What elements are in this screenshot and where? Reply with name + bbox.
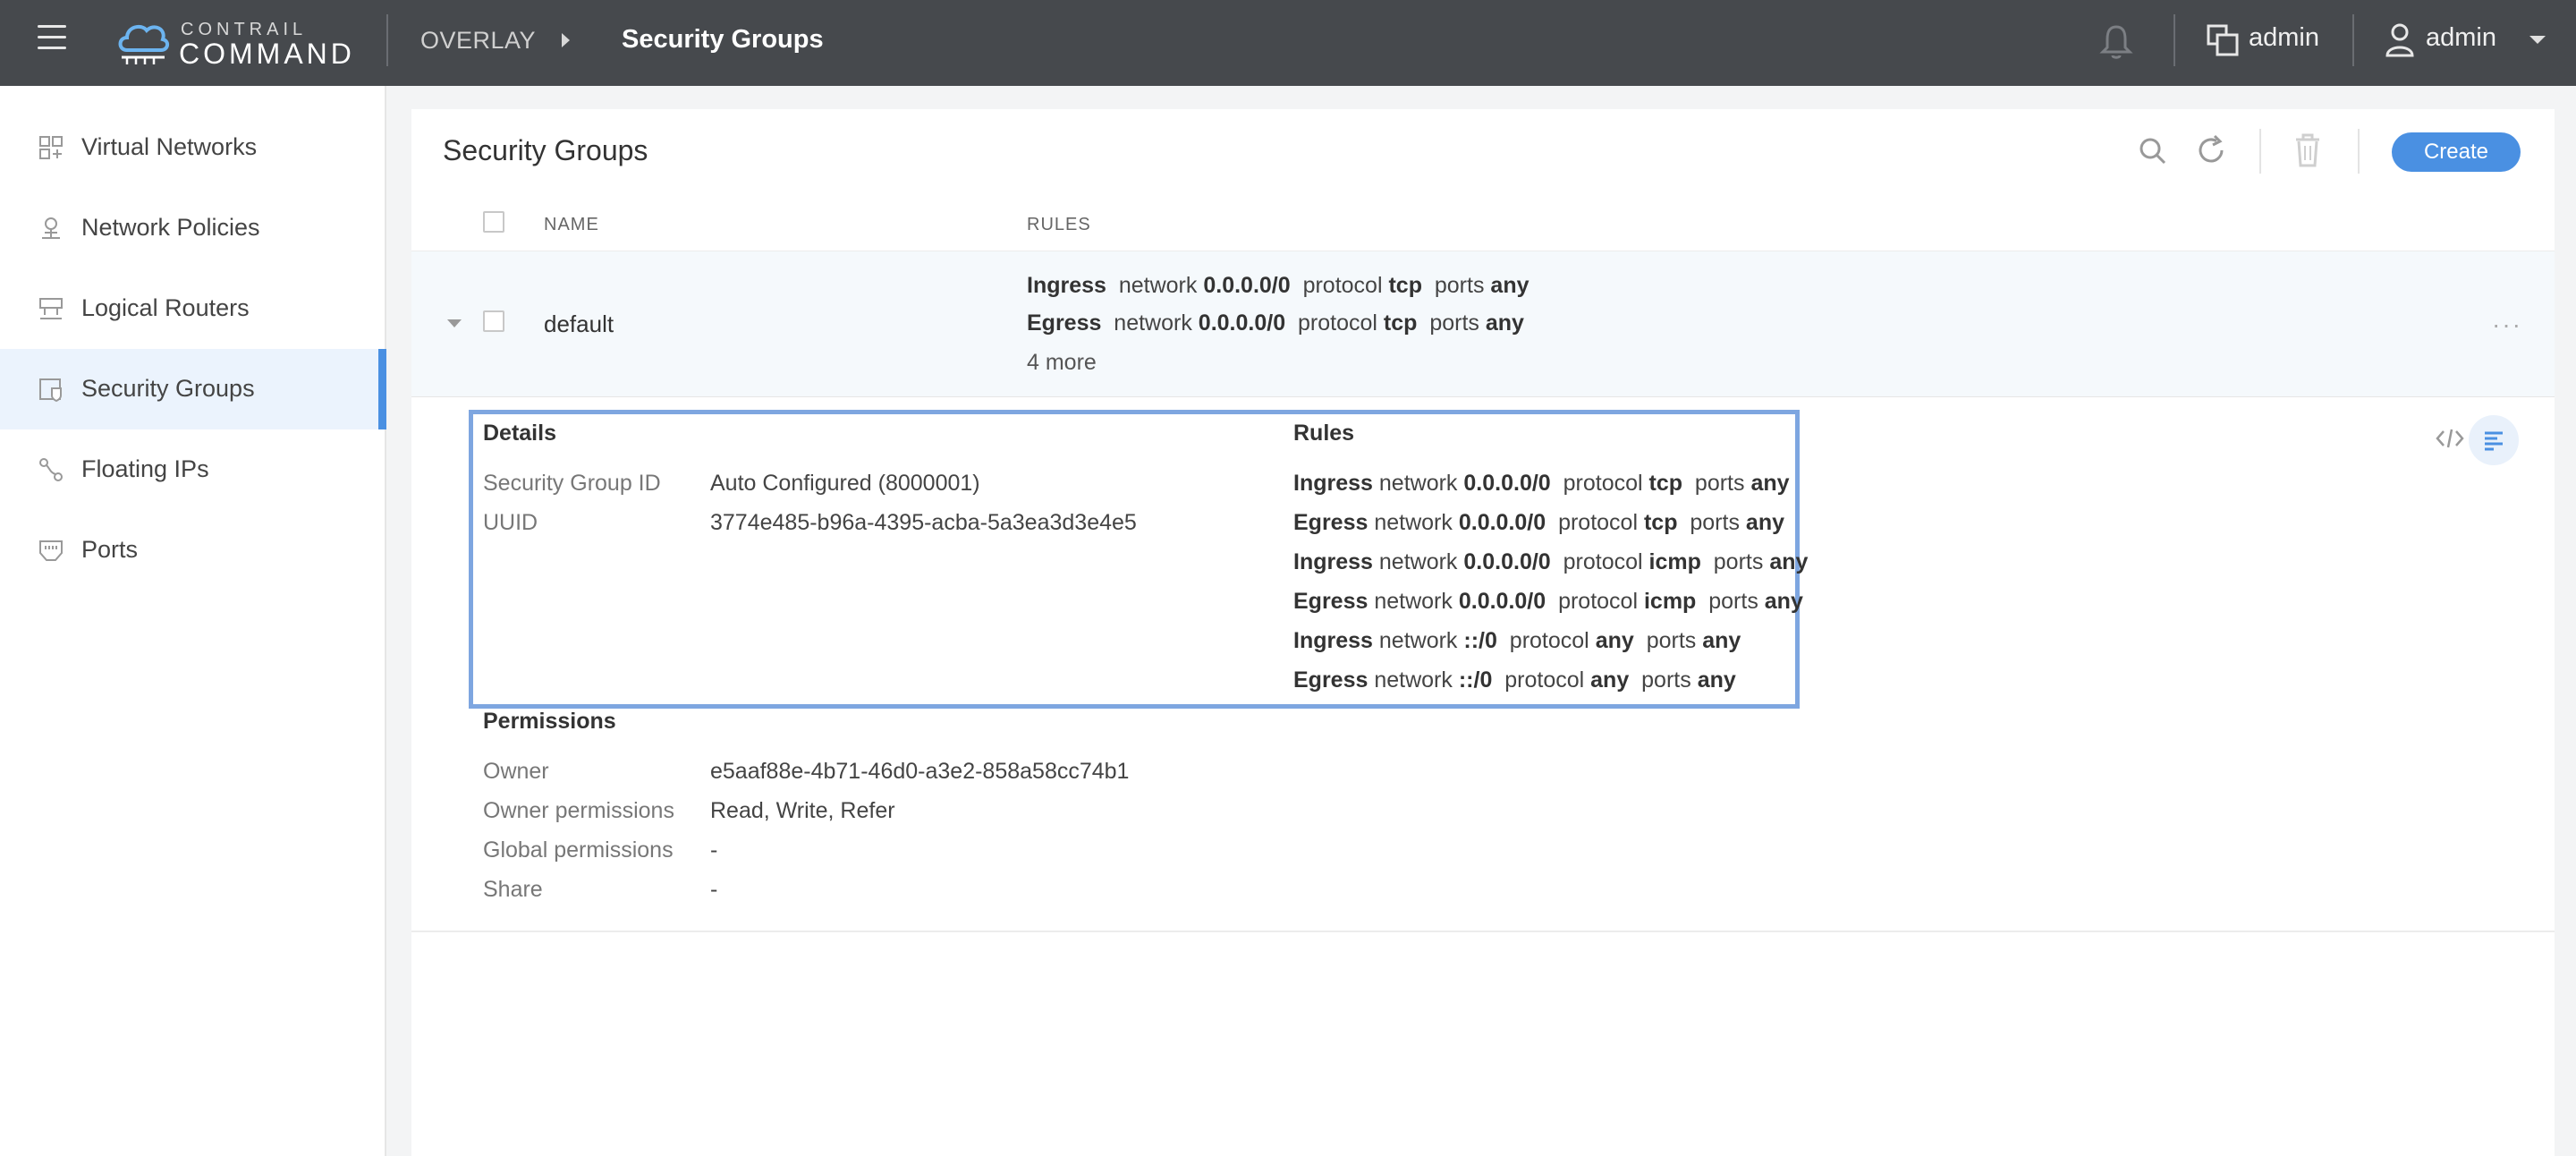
sidebar-item-floating-ips[interactable]: Floating IPs	[0, 429, 386, 510]
row-name[interactable]: default	[544, 310, 614, 338]
sidebar-item-logical-routers[interactable]: Logical Routers	[0, 268, 386, 349]
sidebar-item-network-policies[interactable]: Network Policies	[0, 188, 386, 268]
logo[interactable]: CONTRAIL COMMAND	[114, 16, 356, 70]
search-icon[interactable]	[2138, 136, 2168, 166]
security-groups-icon	[39, 378, 62, 403]
more-rules-link[interactable]: 4 more	[1027, 350, 1097, 376]
virtual-networks-icon	[39, 136, 63, 159]
share-value: -	[710, 877, 718, 902]
chevron-down-icon[interactable]	[2529, 36, 2546, 44]
sidebar-item-security-groups[interactable]: Security Groups	[0, 349, 386, 429]
detail-rule: Ingress network ::/0 protocol any ports …	[1293, 628, 1741, 653]
column-header-name[interactable]: NAME	[544, 215, 599, 235]
top-bar: CONTRAIL COMMAND OVERLAY Security Groups…	[0, 0, 2576, 86]
detail-rule: Egress network 0.0.0.0/0 protocol icmp p…	[1293, 589, 1803, 614]
code-view-icon[interactable]	[2435, 426, 2465, 451]
divider	[411, 931, 2555, 932]
rules-heading: Rules	[1293, 421, 1355, 446]
detail-rule: Ingress network 0.0.0.0/0 protocol tcp p…	[1293, 471, 1790, 496]
sidebar-item-label: Security Groups	[81, 375, 255, 402]
header-divider	[2174, 14, 2175, 66]
row-rule: Egress network 0.0.0.0/0 protocol tcp po…	[1027, 310, 1524, 336]
project-selector[interactable]: admin	[2249, 23, 2319, 53]
sidebar-item-label: Floating IPs	[81, 455, 209, 482]
hamburger-menu-icon[interactable]	[38, 25, 66, 54]
user-menu[interactable]: admin	[2426, 23, 2496, 53]
bell-icon[interactable]	[2098, 21, 2134, 61]
uuid-value: 3774e485-b96a-4395-acba-5a3ea3d3e4e5	[710, 510, 1137, 535]
sidebar-item-label: Logical Routers	[81, 294, 250, 321]
uuid-label: UUID	[483, 510, 538, 535]
create-button[interactable]: Create	[2392, 132, 2521, 172]
sg-id-value: Auto Configured (8000001)	[710, 471, 980, 496]
sidebar: Virtual Networks Network Policies Logica…	[0, 86, 386, 1156]
sidebar-item-virtual-networks[interactable]: Virtual Networks	[0, 107, 386, 188]
sidebar-item-label: Ports	[81, 536, 139, 563]
breadcrumb-page: Security Groups	[622, 25, 824, 54]
owner-permissions-value: Read, Write, Refer	[710, 798, 895, 823]
row-rule: Ingress network 0.0.0.0/0 protocol tcp p…	[1027, 273, 1530, 298]
owner-value: e5aaf88e-4b71-46d0-a3e2-858a58cc74b1	[710, 759, 1130, 784]
header-divider	[386, 14, 388, 66]
ports-icon	[39, 540, 63, 561]
network-policies-icon	[42, 217, 60, 239]
row-actions-icon[interactable]: ···	[2492, 310, 2522, 339]
global-permissions-value: -	[710, 837, 718, 863]
summary-view-button[interactable]	[2469, 415, 2519, 465]
page-title: Security Groups	[443, 134, 648, 166]
logo-text-bottom: COMMAND	[179, 38, 355, 70]
owner-permissions-label: Owner permissions	[483, 798, 674, 823]
collapse-caret-icon[interactable]	[447, 319, 462, 327]
header-divider	[2352, 14, 2354, 66]
detail-rule: Egress network ::/0 protocol any ports a…	[1293, 667, 1736, 693]
sidebar-item-label: Virtual Networks	[81, 133, 258, 160]
row-checkbox[interactable]	[483, 310, 504, 332]
global-permissions-label: Global permissions	[483, 837, 674, 863]
sg-id-label: Security Group ID	[483, 471, 661, 496]
toolbar-divider	[2259, 129, 2261, 174]
column-header-rules: RULES	[1027, 215, 1091, 234]
security-groups-panel: Security Groups Create NAME RULES defaul…	[411, 109, 2555, 1156]
owner-label: Owner	[483, 759, 549, 784]
refresh-icon[interactable]	[2195, 134, 2227, 166]
table-row[interactable]: default Ingress network 0.0.0.0/0 protoc…	[411, 251, 2555, 397]
sidebar-item-ports[interactable]: Ports	[0, 510, 386, 591]
toolbar-divider	[2358, 129, 2360, 174]
detail-rule: Ingress network 0.0.0.0/0 protocol icmp …	[1293, 549, 1809, 574]
user-icon[interactable]	[2384, 21, 2416, 57]
details-heading: Details	[483, 421, 556, 446]
trash-icon[interactable]	[2293, 132, 2322, 168]
select-all-checkbox[interactable]	[483, 211, 504, 233]
share-label: Share	[483, 877, 543, 902]
detail-rule: Egress network 0.0.0.0/0 protocol tcp po…	[1293, 510, 1785, 535]
align-left-icon	[2485, 431, 2503, 451]
sidebar-item-label: Network Policies	[81, 214, 260, 241]
floating-ips-icon	[39, 458, 63, 481]
permissions-heading: Permissions	[483, 709, 616, 734]
logical-routers-icon	[39, 298, 63, 319]
project-icon[interactable]	[2206, 23, 2240, 57]
breadcrumb-section[interactable]: OVERLAY	[420, 27, 536, 55]
cloud-logo-icon	[118, 24, 169, 64]
breadcrumb-arrow-icon	[562, 33, 570, 47]
